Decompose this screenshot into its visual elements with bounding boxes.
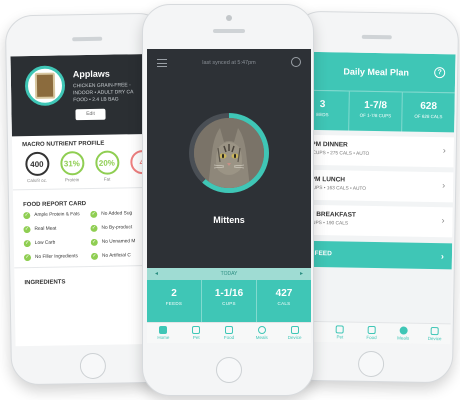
tab-meals[interactable]: Meals — [387, 323, 419, 344]
home-icon — [159, 326, 168, 334]
chevron-right-icon: › — [441, 215, 445, 226]
pet-avatar[interactable] — [194, 118, 264, 188]
check-icon: ✓ — [23, 226, 31, 234]
report-item: ✓ No Filler Ingredients — [23, 254, 78, 262]
status-circle-icon[interactable] — [291, 57, 301, 67]
meal-plan-title: Daily Meal Plan — [343, 66, 410, 78]
macro-protein: 31% Protein — [57, 151, 87, 183]
check-icon: ✓ — [90, 224, 98, 232]
stat-cups: 1-7/8 OF 1-7/8 CUPS — [349, 91, 403, 132]
sync-status: last synced at 5:47pm — [202, 60, 256, 66]
meal-plan-screen: Daily Meal Plan ? 3 EEDS 1-7/8 OF 1-7/8 CU… — [292, 51, 456, 345]
macro-cals: 400 Cals/8 oz. — [22, 151, 52, 184]
meals-icon — [257, 326, 266, 334]
food-name: Applaws — [72, 68, 110, 80]
pet-name: Mittens — [213, 215, 245, 225]
check-icon: ✓ — [90, 210, 98, 218]
camera — [226, 15, 232, 21]
date-selector: ◂ TODAY ▸ — [147, 268, 311, 280]
tab-meals[interactable]: Meals — [245, 323, 278, 343]
speaker — [361, 34, 392, 40]
tab-food[interactable]: Food — [356, 323, 388, 344]
stat-cals: 628 OF 628 CALS — [414, 100, 443, 120]
next-day-icon[interactable]: ▸ — [300, 268, 303, 280]
chevron-right-icon: › — [440, 251, 445, 262]
pet-avatar-ring — [189, 113, 269, 193]
tab-bar: Home Pet Food Meals Device — [147, 322, 311, 343]
macro-value: 400 — [24, 151, 50, 177]
macro-value: 31% — [59, 151, 85, 176]
help-icon[interactable]: ? — [434, 67, 446, 79]
macro-fat: 20% Fat — [92, 150, 122, 182]
speaker — [72, 36, 103, 42]
stat-feeds: 2 FEEDS — [147, 280, 202, 322]
meal-plan-stats: 3 EEDS 1-7/8 OF 1-7/8 CUPS 628 OF 628 CALS — [296, 89, 455, 133]
report-item: ✓ Real Meat — [23, 226, 57, 234]
cat-photo — [194, 118, 264, 188]
add-feed-button[interactable]: D A FEED › — [293, 240, 453, 270]
tab-pet[interactable]: Pet — [180, 323, 213, 343]
chevron-right-icon: › — [442, 145, 446, 156]
previous-day-icon[interactable]: ◂ — [155, 268, 158, 280]
meal-detail: 1/16 CUPS • 275 CALS • AUTO — [301, 150, 370, 157]
top-bar: last synced at 5:47pm — [147, 49, 311, 77]
check-icon: ✓ — [90, 238, 98, 246]
daily-stats: 2 FEEDS 1-1/16 CUPS 427 CALS — [147, 280, 311, 322]
meal-lunch[interactable]: :30PM LUNCH 3/4 CUPS • 163 CALS • AUTO › — [294, 169, 454, 203]
meal-dinner[interactable]: :30PM DINNER 1/16 CUPS • 275 CALS • AUTO… — [295, 134, 455, 168]
stat-cups: 1-1/16 CUPS — [202, 280, 257, 322]
meal-breakfast[interactable]: 0AM BREAKFAST /16 CUPS • 190 CALS › — [294, 204, 453, 238]
pet-icon — [336, 325, 345, 334]
device-icon — [430, 327, 439, 336]
meal-plan-header: Daily Meal Plan ? — [296, 51, 456, 93]
home-button[interactable] — [79, 352, 107, 380]
chevron-right-icon: › — [442, 180, 446, 191]
check-icon: ✓ — [23, 212, 31, 220]
check-icon: ✓ — [23, 254, 32, 262]
report-item: ✓ Ample Protein & Fats — [23, 212, 80, 220]
tab-food[interactable]: Food — [213, 323, 246, 343]
home-screen: last synced at 5:47pm Mittens ◂ TODAY ▸ … — [147, 49, 311, 343]
speaker — [213, 29, 245, 33]
home-button[interactable] — [357, 350, 385, 378]
macro-label: Fat — [103, 176, 111, 182]
food-icon — [367, 325, 376, 335]
report-item: ✓ Low Carb — [23, 240, 56, 248]
macro-label: Protein — [64, 177, 80, 183]
meal-title: 0AM BREAKFAST — [300, 210, 357, 219]
meal-title: :30PM DINNER — [301, 140, 348, 149]
tab-device[interactable]: Device — [419, 324, 451, 345]
meal-detail: /16 CUPS • 190 CALS — [300, 220, 349, 227]
edit-button[interactable]: Edit — [75, 108, 106, 121]
meal-detail: 3/4 CUPS • 163 CALS • AUTO — [301, 185, 367, 192]
food-icon — [224, 326, 233, 334]
macro-value: 20% — [94, 150, 120, 175]
pet-icon — [192, 326, 201, 334]
stat-cals: 427 CALS — [275, 288, 293, 306]
home-button[interactable] — [216, 357, 242, 383]
tab-device[interactable]: Device — [278, 323, 311, 343]
meal-title: :30PM LUNCH — [301, 175, 346, 184]
tab-bar: Pet Food Meals Device — [292, 320, 451, 345]
tab-home[interactable]: Home — [147, 323, 180, 343]
meals-icon — [399, 326, 408, 335]
date-label: TODAY — [220, 271, 238, 277]
check-icon: ✓ — [23, 240, 31, 248]
device-icon — [290, 326, 299, 334]
food-bag-image — [24, 65, 66, 107]
tab-pet[interactable]: Pet — [324, 322, 356, 343]
center-phone: last synced at 5:47pm Mittens ◂ TODAY ▸ … — [142, 4, 314, 396]
macro-label: Cals/8 oz. — [27, 177, 48, 184]
check-icon: ✓ — [90, 252, 99, 260]
